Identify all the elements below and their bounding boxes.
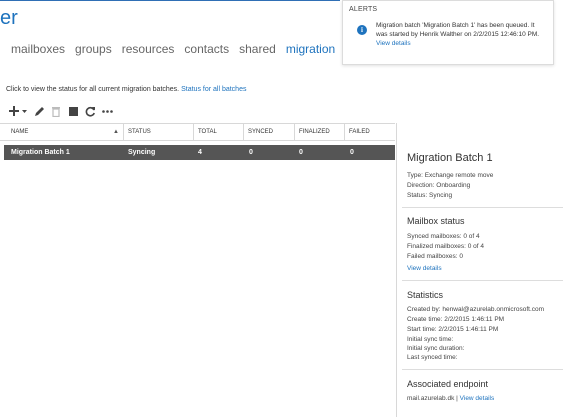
delete-icon <box>52 106 60 117</box>
column-header-failed[interactable]: FAILED <box>345 124 395 141</box>
alert-message: Migration batch 'Migration Batch 1' has … <box>376 21 546 48</box>
mailbox-status-view-details-link[interactable]: View details <box>407 265 442 272</box>
add-icon <box>9 106 27 116</box>
instruction-line: Click to view the status for all current… <box>6 86 246 93</box>
edit-button[interactable] <box>33 104 45 118</box>
mailbox-status-heading: Mailbox status <box>407 216 465 226</box>
failed-mailboxes: Failed mailboxes: 0 <box>407 253 463 260</box>
cell-status: Syncing <box>128 149 156 156</box>
cell-synced: 0 <box>249 149 253 156</box>
synced-mailboxes: Synced mailboxes: 0 of 4 <box>407 233 480 240</box>
last-synced-time: Last synced time: <box>407 354 458 361</box>
grid-header: NAME ▲ STATUS TOTAL SYNCED FINALIZED FAI… <box>0 123 395 141</box>
create-time: Create time: 2/2/2015 1:46:11 PM <box>407 316 505 323</box>
details-direction: Direction: Onboarding <box>407 182 471 189</box>
refresh-button[interactable] <box>84 104 96 118</box>
migration-batches-grid: NAME ▲ STATUS TOTAL SYNCED FINALIZED FAI… <box>0 123 395 160</box>
section-divider <box>402 207 563 208</box>
endpoint-value: mail.azurelab.dk <box>407 395 455 402</box>
created-by: Created by: henwal@azurelab.onmicrosoft.… <box>407 306 545 313</box>
cell-name: Migration Batch 1 <box>11 149 70 156</box>
column-header-name-label: NAME <box>11 129 29 135</box>
cell-finalized: 0 <box>299 149 303 156</box>
associated-endpoint-heading: Associated endpoint <box>407 379 489 389</box>
edit-icon <box>34 106 44 116</box>
finalized-mailboxes: Finalized mailboxes: 0 of 4 <box>407 243 484 250</box>
more-options-button[interactable] <box>101 104 113 118</box>
alerts-title: ALERTS <box>349 6 378 13</box>
nav-item-resources[interactable]: resources <box>122 41 175 57</box>
details-pane: Migration Batch 1 Type: Exchange remote … <box>396 123 563 417</box>
info-icon: i <box>357 25 367 35</box>
instruction-text: Click to view the status for all current… <box>6 86 180 93</box>
details-title: Migration Batch 1 <box>407 152 493 164</box>
nav-item-migration[interactable]: migration <box>286 41 335 57</box>
more-icon <box>101 109 113 113</box>
refresh-icon <box>85 106 95 117</box>
section-divider <box>402 369 563 370</box>
column-header-finalized[interactable]: FINALIZED <box>295 124 345 141</box>
details-status: Status: Syncing <box>407 192 453 199</box>
table-row[interactable]: Migration Batch 1 Syncing 4 0 0 0 <box>4 145 395 160</box>
status-all-batches-link[interactable]: Status for all batches <box>181 86 246 93</box>
nav-item-shared[interactable]: shared <box>239 41 276 57</box>
alerts-panel: ALERTS i Migration batch 'Migration Batc… <box>342 0 554 65</box>
section-divider <box>402 280 563 281</box>
column-header-total[interactable]: TOTAL <box>194 124 244 141</box>
toolbar <box>8 104 118 118</box>
column-header-synced[interactable]: SYNCED <box>244 124 295 141</box>
column-header-status[interactable]: STATUS <box>124 124 194 141</box>
column-header-name[interactable]: NAME ▲ <box>7 124 124 141</box>
stop-icon <box>68 106 78 116</box>
header-rule <box>0 0 340 1</box>
alert-message-text: Migration batch 'Migration Batch 1' has … <box>376 22 540 38</box>
initial-sync-duration: Initial sync duration: <box>407 345 465 352</box>
stop-button[interactable] <box>67 104 79 118</box>
endpoint-separator: | <box>456 395 458 402</box>
cell-failed: 0 <box>350 149 354 156</box>
delete-button[interactable] <box>50 104 62 118</box>
sort-ascending-icon: ▲ <box>113 129 119 135</box>
endpoint-view-details-link[interactable]: View details <box>460 395 495 402</box>
app-title: er <box>0 7 18 29</box>
alert-view-details-link[interactable]: View details <box>376 40 411 47</box>
cell-total: 4 <box>198 149 202 156</box>
endpoint-line: mail.azurelab.dk | View details <box>407 395 494 403</box>
nav-item-contacts[interactable]: contacts <box>184 41 229 57</box>
statistics-heading: Statistics <box>407 290 444 300</box>
add-button[interactable] <box>8 104 28 118</box>
details-type: Type: Exchange remote move <box>407 172 494 179</box>
nav-item-mailboxes[interactable]: mailboxes <box>11 41 65 57</box>
start-time: Start time: 2/2/2015 1:46:11 PM <box>407 326 499 333</box>
nav-item-groups[interactable]: groups <box>75 41 112 57</box>
primary-nav: mailboxes groups resources contacts shar… <box>11 41 345 57</box>
initial-sync-time: Initial sync time: <box>407 336 454 343</box>
